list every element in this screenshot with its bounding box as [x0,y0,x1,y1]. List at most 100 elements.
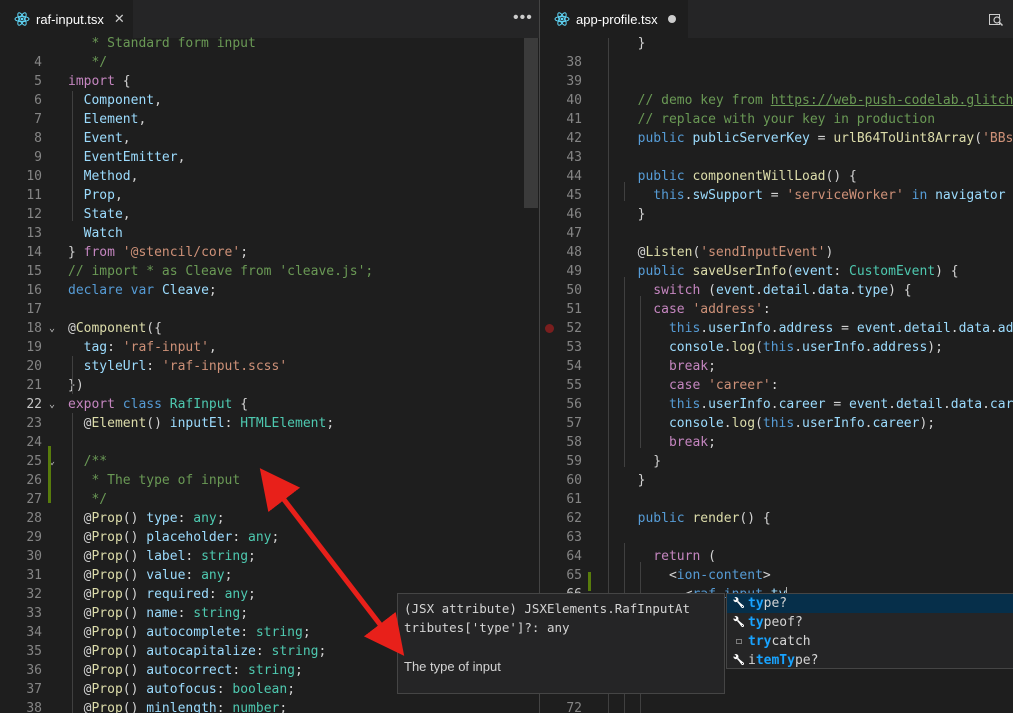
code-line[interactable]: 58 break; [540,433,1013,452]
code-line[interactable]: 28 @Prop() type: any; [0,509,539,528]
code-text: } [622,452,661,471]
code-line[interactable]: 61 [540,490,1013,509]
code-token: public [622,264,685,279]
code-line[interactable]: 38 @Prop() minlength: number; [0,699,539,713]
code-line[interactable]: 45 this.swSupport = 'serviceWorker' in n… [540,186,1013,205]
code-token: Prop [91,701,123,713]
code-line[interactable]: 48 @Listen('sendInputEvent') [540,243,1013,262]
code-line[interactable]: 27 */ [0,490,539,509]
code-line[interactable]: 8 Event, [0,129,539,148]
code-line[interactable]: 65 <ion-content> [540,566,1013,585]
tab-app-profile[interactable]: app-profile.tsx [540,0,688,38]
code-line[interactable]: 4 */ [0,53,539,72]
code-token: autocorrect [146,663,233,678]
code-line[interactable]: 18 ⌄ @Component({ [0,319,539,338]
more-actions-icon[interactable]: ••• [513,9,533,27]
code-line[interactable]: 46 } [540,205,1013,224]
code-token: Prop [91,625,123,640]
code-token: ( [700,283,716,298]
close-icon[interactable]: ✕ [114,11,125,27]
code-line[interactable]: 21}) [0,376,539,395]
code-line[interactable]: 19 tag: 'raf-input', [0,338,539,357]
code-token: : [177,511,194,526]
code-line[interactable]: 11 Prop, [0,186,539,205]
line-number: 13 [26,226,42,241]
split-editor-icon[interactable] [988,12,1004,28]
code-line[interactable]: 12 State, [0,205,539,224]
code-line[interactable]: 5 import { [0,72,539,91]
suggest-item[interactable]: ☐ trycatch [727,632,1013,651]
code-line[interactable]: 26 * The type of input [0,471,539,490]
code-line[interactable]: 55 case 'career': [540,376,1013,395]
unsaved-dot-icon[interactable] [667,15,676,23]
line-number: 29 [26,530,42,545]
code-line[interactable]: 51 case 'address': [540,300,1013,319]
code-line[interactable]: 6 Component, [0,91,539,110]
code-token: autocomplete [146,625,241,640]
code-line[interactable]: 38 [540,53,1013,72]
suggest-item[interactable]: 🔧 itemType? [727,651,1013,670]
code-line[interactable]: 41 // replace with your key in productio… [540,110,1013,129]
code-text: export class RafInput { [68,395,248,414]
suggest-item[interactable]: 🔧 typeof? [727,613,1013,632]
code-line[interactable]: 30 @Prop() label: string; [0,547,539,566]
code-line[interactable]: 59 } [540,452,1013,471]
code-line[interactable]: 63 [540,528,1013,547]
code-token: urlB64ToUint8Array [833,131,975,146]
code-token: userInfo [708,321,771,336]
code-line[interactable]: 15 // import * as Cleave from 'cleave.js'… [0,262,539,281]
code-line[interactable]: 13 Watch [0,224,539,243]
line-number: 10 [26,169,42,184]
code-token: styleUrl [68,359,147,374]
code-line[interactable]: 16 declare var Cleave; [0,281,539,300]
code-line[interactable]: 43 [540,148,1013,167]
code-line[interactable]: 24 [0,433,539,452]
suggest-item[interactable]: 🔧 type? [727,594,1013,613]
code-token: . [723,340,732,355]
code-line[interactable]: 22 ⌄ export class RafInput { [0,395,539,414]
code-token: Component [68,93,155,108]
code-line[interactable]: 50 switch (event.detail.data.type) { [540,281,1013,300]
code-line[interactable]: 44 public componentWillLoad() { [540,167,1013,186]
code-line[interactable]: 40 // demo key from https://web-push-cod… [540,91,1013,110]
code-line[interactable]: 54 break; [540,357,1013,376]
code-line[interactable]: 17 [0,300,539,319]
code-line[interactable]: 42 public publicServerKey = urlB64ToUint… [540,129,1013,148]
code-line[interactable]: 25 ⌄ /** [0,452,539,471]
code-text: Element, [68,110,147,129]
code-text: Method, [68,167,139,186]
code-token: ( [755,416,763,431]
code-line[interactable]: 49 public saveUserInfo(event: CustomEven… [540,262,1013,281]
code-line[interactable]: } [540,34,1013,53]
code-line[interactable]: 39 [540,72,1013,91]
code-line[interactable]: 47 [540,224,1013,243]
code-line[interactable]: 57 console.log(this.userInfo.career); [540,414,1013,433]
code-line[interactable]: * Standard form input [0,34,539,53]
code-line[interactable]: 20 styleUrl: 'raf-input.scss' [0,357,539,376]
code-line[interactable]: 7 Element, [0,110,539,129]
line-number: 63 [566,530,582,545]
code-line[interactable]: 52 this.userInfo.address = event.detail.… [540,319,1013,338]
code-token: : [185,549,202,564]
code-line[interactable]: 9 EventEmitter, [0,148,539,167]
code-line[interactable]: 53 console.log(this.userInfo.address); [540,338,1013,357]
fold-chevron-icon[interactable]: ⌄ [46,319,58,338]
code-line[interactable]: 72 [540,699,1013,713]
code-line[interactable]: 23 @Element() inputEl: HTMLElement; [0,414,539,433]
code-token: HTMLElement [240,416,327,431]
suggest-label: trycatch [748,634,811,649]
code-line[interactable]: 31 @Prop() value: any; [0,566,539,585]
line-number: 39 [566,74,582,89]
code-line[interactable]: 10 Method, [0,167,539,186]
scroll-thumb[interactable] [524,38,538,208]
tab-raf-input[interactable]: raf-input.tsx ✕ [0,0,133,38]
fold-chevron-icon[interactable]: ⌄ [46,395,58,414]
code-line[interactable]: 64 return ( [540,547,1013,566]
breakpoint-icon[interactable] [545,324,554,333]
code-line[interactable]: 14} from '@stencil/core'; [0,243,539,262]
code-line[interactable]: 60 } [540,471,1013,490]
code-line[interactable]: 56 this.userInfo.career = event.detail.d… [540,395,1013,414]
code-line[interactable]: 29 @Prop() placeholder: any; [0,528,539,547]
code-line[interactable]: 62 public render() { [540,509,1013,528]
